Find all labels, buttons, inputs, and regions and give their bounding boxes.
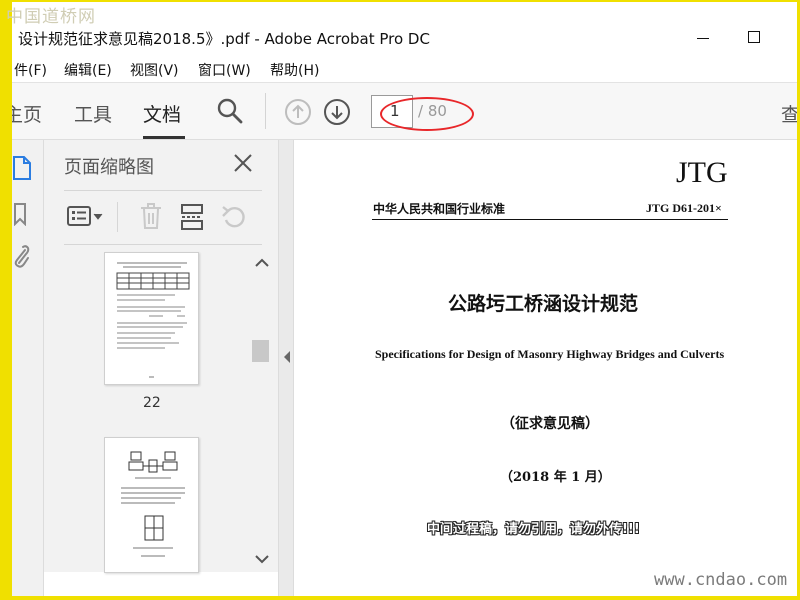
- doc-standard-code: JTG D61-201×: [646, 201, 722, 215]
- doc-notice: 中间过程稿，请勿引用，请勿外传!!!: [427, 522, 640, 537]
- page-thumbnail-preview: [116, 262, 190, 378]
- page-thumbnail-preview: [121, 451, 185, 557]
- active-tab-indicator: [143, 136, 185, 139]
- menu-edit[interactable]: 编辑(E): [64, 60, 112, 80]
- tab-document[interactable]: 文档: [143, 100, 181, 127]
- doc-header-rule: [372, 219, 728, 220]
- menu-view[interactable]: 视图(V): [130, 60, 179, 80]
- search-icon[interactable]: [216, 97, 244, 125]
- watermark-bottom: www.cndao.com: [654, 570, 788, 590]
- attachments-icon[interactable]: [12, 244, 30, 270]
- doc-draft-label: （征求意见稿）: [501, 416, 599, 432]
- tab-tools[interactable]: 工具: [74, 100, 112, 127]
- maximize-button[interactable]: [739, 26, 769, 50]
- page-thumbnail[interactable]: [104, 437, 199, 573]
- frame-border-left: [0, 0, 12, 600]
- scroll-up-icon: [255, 258, 269, 267]
- thumbnail-page-number: 22: [143, 395, 161, 411]
- title-bar: 设计规范征求意见稿2018.5》.pdf - Adobe Acrobat Pro…: [12, 0, 797, 58]
- previous-page-icon[interactable]: [284, 98, 312, 126]
- scroll-down-icon: [255, 555, 269, 564]
- minimize-icon: [697, 38, 709, 39]
- page-thumbnail[interactable]: [104, 252, 199, 385]
- minimize-button[interactable]: [688, 26, 718, 50]
- page-thumbnails-icon[interactable]: [12, 155, 32, 181]
- doc-jtg-mark: JTG: [676, 156, 728, 189]
- doc-title-cn: 公路圬工桥涵设计规范: [448, 293, 639, 315]
- delete-icon[interactable]: [138, 202, 164, 232]
- doc-issuer: 中华人民共和国行业标准: [373, 202, 506, 216]
- next-page-icon[interactable]: [323, 98, 351, 126]
- menu-bar: 件(F) 编辑(E) 视图(V) 窗口(W) 帮助(H): [12, 58, 797, 82]
- navigation-pane-strip: [12, 140, 44, 596]
- window-title: 设计规范征求意见稿2018.5》.pdf - Adobe Acrobat Pro…: [18, 30, 430, 48]
- panel-tool-separator: [117, 202, 118, 232]
- panel-title: 页面缩略图: [64, 157, 154, 178]
- options-menu-icon[interactable]: [66, 202, 106, 232]
- bookmarks-icon[interactable]: [12, 202, 28, 226]
- scrollbar-thumb[interactable]: [252, 340, 269, 362]
- thumbnails-scrollbar[interactable]: [250, 250, 274, 572]
- extract-pages-icon[interactable]: [179, 202, 205, 232]
- doc-date: （2018 年 1 月）: [500, 470, 611, 485]
- panel-splitter[interactable]: [278, 140, 294, 596]
- panel-divider-line: [64, 244, 262, 245]
- frame-border-bottom: [0, 596, 800, 600]
- frame-border-top: [0, 0, 800, 2]
- close-icon[interactable]: [232, 152, 254, 174]
- panel-divider-line: [64, 190, 262, 191]
- doc-title-en: Specifications for Design of Masonry Hig…: [375, 347, 725, 361]
- menu-help[interactable]: 帮助(H): [270, 60, 319, 80]
- toolbar-separator: [265, 93, 266, 129]
- collapse-panel-icon[interactable]: [282, 350, 292, 364]
- maximize-icon: [748, 31, 760, 43]
- menu-window[interactable]: 窗口(W): [198, 60, 251, 80]
- menu-file[interactable]: 件(F): [14, 60, 47, 80]
- watermark-top: 中国道桥网: [6, 7, 96, 27]
- red-highlight-ellipse: [380, 97, 474, 131]
- rotate-icon[interactable]: [220, 202, 248, 232]
